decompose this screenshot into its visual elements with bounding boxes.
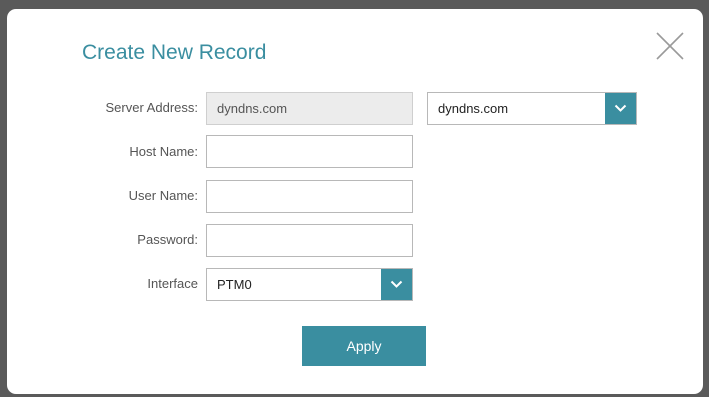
server-address-label: Server Address: [105, 100, 199, 115]
user-name-label: User Name: [128, 188, 198, 203]
create-record-dialog: Create New Record Server Address: dyndns… [7, 9, 703, 394]
dialog-title: Create New Record [82, 41, 267, 64]
interface-dropdown-button[interactable] [381, 269, 412, 300]
chevron-down-icon [390, 280, 403, 288]
interface-label: Interface [147, 276, 198, 291]
interface-select-value: PTM0 [217, 277, 252, 292]
password-label: Password: [137, 232, 198, 247]
interface-select[interactable]: PTM0 [206, 268, 413, 301]
server-address-dropdown-button[interactable] [605, 93, 636, 124]
close-button[interactable] [654, 30, 686, 62]
password-field[interactable] [206, 224, 413, 257]
host-name-field[interactable] [206, 135, 413, 168]
close-icon [656, 32, 684, 60]
chevron-down-icon [614, 104, 627, 112]
server-address-field[interactable] [206, 92, 413, 125]
apply-button[interactable]: Apply [302, 326, 426, 366]
host-name-label: Host Name: [129, 144, 198, 159]
server-address-select-value: dyndns.com [438, 101, 509, 116]
server-address-select[interactable]: dyndns.com [427, 92, 637, 125]
user-name-field[interactable] [206, 180, 413, 213]
